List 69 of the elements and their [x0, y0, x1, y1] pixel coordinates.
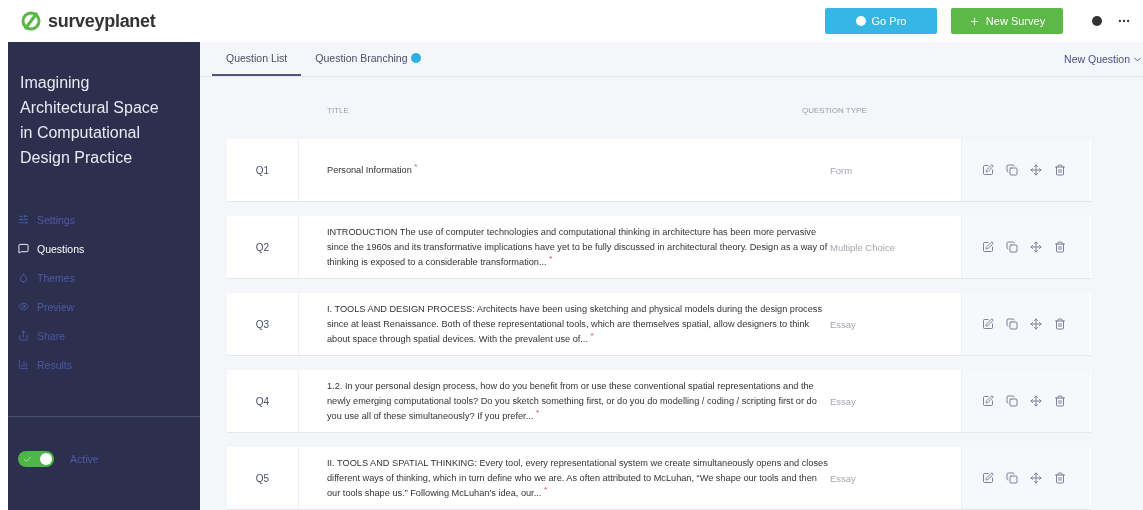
question-title: I. TOOLS AND DESIGN PROCESS: Architects have been using sketching and physical models during the design process since at least Renaissance. Both of these representational tools, which are themselves spatial, allow designers to think about space through spatial devices. With the prevalent use of... $^{*}$ — [326, 302, 823, 346]
sidebar-item[interactable]: Share — [18, 326, 190, 345]
move-icon[interactable] — [1030, 241, 1042, 253]
sidebar-item[interactable]: Settings — [18, 210, 190, 229]
question-number: Q4 — [227, 370, 299, 432]
edit-icon[interactable] — [982, 318, 994, 330]
avatar-icon[interactable] — [1091, 15, 1103, 27]
question-title: INTRODUCTION The use of computer technologies and computational thinking in architecture has been more pervasive since the 1960s and its transformative implications have yet to be fully discussed in architectural theory. Design as a way of thinking is exposed to a considerable transformation... $^{*}$ — [326, 225, 829, 269]
move-icon[interactable] — [1030, 472, 1042, 484]
move-icon[interactable] — [1030, 318, 1042, 330]
question-title: 1.2. In your personal design process, how do you benefit from or use these conventional spatial representations and the newly emerging computational tools? Do you sketch something first, or do you do modelling / coding / scripting first or do you use all of these simultaneously? If you prefer... $^{*}$ — [326, 379, 818, 423]
move-icon[interactable] — [1030, 164, 1042, 176]
copy-icon[interactable] — [1006, 472, 1018, 484]
copy-icon[interactable] — [1006, 241, 1018, 253]
question-row[interactable] — [227, 216, 1091, 279]
question-type: Multiple Choice — [830, 240, 896, 255]
question-type: Essay — [830, 317, 857, 332]
results-icon — [18, 359, 29, 370]
new-question-dropdown[interactable]: New Question — [1064, 42, 1143, 76]
trash-icon[interactable] — [1054, 472, 1066, 484]
tab[interactable]: Question List — [212, 42, 302, 76]
trash-icon[interactable] — [1054, 241, 1066, 253]
questions-icon — [18, 243, 29, 254]
question-type: Essay — [830, 394, 857, 409]
circle-icon — [855, 16, 866, 26]
question-type: Essay — [830, 471, 857, 486]
edit-icon[interactable] — [982, 241, 994, 253]
preview-icon — [18, 301, 29, 312]
trash-icon[interactable] — [1054, 318, 1066, 330]
check-icon — [23, 454, 32, 464]
question-number: Q1 — [227, 139, 299, 201]
copy-icon[interactable] — [1006, 164, 1018, 176]
tab[interactable]: Question Branching — [301, 42, 435, 76]
copy-icon[interactable] — [1006, 395, 1018, 407]
plus-icon — [968, 15, 980, 27]
survey-title: Imagining Architectural Space in Computational Design Practice — [19, 73, 160, 168]
trash-icon[interactable] — [1054, 164, 1066, 176]
active-toggle[interactable] — [18, 451, 54, 467]
question-row[interactable] — [227, 370, 1091, 433]
themes-icon — [18, 272, 29, 283]
go-pro-button[interactable]: Go Pro — [825, 8, 937, 34]
column-header: QUESTION TYPE — [802, 105, 868, 115]
move-icon[interactable] — [1030, 395, 1042, 407]
badge-icon — [410, 53, 421, 63]
logo-icon — [20, 10, 42, 32]
question-number: Q2 — [227, 216, 299, 278]
column-header: TITLE — [326, 105, 350, 115]
toggle-label: Active — [70, 453, 99, 465]
settings-icon — [18, 214, 29, 225]
question-title: Personal Information $^{*}$ — [326, 160, 419, 177]
question-title: II. TOOLS AND SPATIAL THINKING: Every tool, every representational system we create simultaneously opens and closes different ways of thinking, which in turn define who we are. As often attributed to McLuhan, “We shape our tools and then our tools shape us.” Following McLuhan’s idea, our... $^{*}$ — [326, 456, 829, 500]
edit-icon[interactable] — [982, 395, 994, 407]
copy-icon[interactable] — [1006, 318, 1018, 330]
question-row[interactable] — [227, 447, 1091, 510]
edit-icon[interactable] — [982, 164, 994, 176]
sidebar-item[interactable]: Results — [18, 355, 190, 374]
share-icon — [18, 330, 29, 341]
question-row[interactable]: Q1 Personal Information $^{*}$ Form — [227, 139, 1091, 202]
sidebar-item[interactable]: Preview — [18, 297, 190, 316]
new-survey-button[interactable]: New Survey — [951, 8, 1063, 34]
question-number: Q3 — [227, 293, 299, 355]
question-type: Form — [830, 163, 854, 178]
question-row[interactable] — [227, 293, 1091, 356]
edit-icon[interactable] — [982, 472, 994, 484]
trash-icon[interactable] — [1054, 395, 1066, 407]
sidebar-item[interactable]: Questions — [18, 239, 190, 258]
question-number: Q5 — [227, 447, 299, 509]
sidebar-item[interactable]: Themes — [18, 268, 190, 287]
logo-text: surveyplanet — [48, 10, 156, 32]
